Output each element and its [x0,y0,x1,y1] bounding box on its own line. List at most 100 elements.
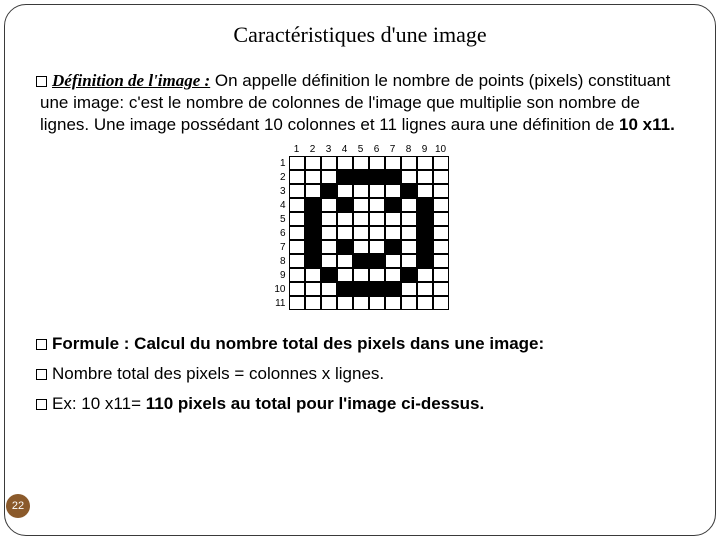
formula-paragraph: Formule : Calcul du nombre total des pix… [40,333,680,355]
grid-cell [353,296,369,310]
grid-cell [321,240,337,254]
slide-content: Caractéristiques d'une image Définition … [0,0,720,540]
grid-cell [433,170,449,184]
page-number-badge: 22 [6,494,30,518]
grid-cell [305,240,321,254]
grid-cell [433,268,449,282]
grid-cell [385,212,401,226]
grid-cell [385,184,401,198]
grid-cell [305,170,321,184]
grid-cell [289,184,305,198]
grid-cell [369,170,385,184]
checkbox-icon [36,76,47,87]
grid-cell [385,268,401,282]
grid-cell [417,212,433,226]
grid-cell [305,184,321,198]
grid-cell [385,282,401,296]
grid-cell [337,240,353,254]
grid-cell [401,184,417,198]
grid-cell [417,254,433,268]
grid-cell [417,268,433,282]
grid-col-header: 5 [353,143,369,156]
grid-cell [337,212,353,226]
grid-cell [369,198,385,212]
grid-row-header: 9 [272,268,289,282]
grid-row-header: 8 [272,254,289,268]
grid-cell [353,254,369,268]
grid-cell [337,198,353,212]
definition-bold-tail: 10 x11. [619,115,675,134]
grid-cell [385,198,401,212]
grid-cell [385,240,401,254]
grid-cell [321,254,337,268]
grid-cell [369,254,385,268]
grid-cell [401,170,417,184]
grid-cell [321,282,337,296]
grid-cell [385,226,401,240]
grid-cell [337,296,353,310]
definition-paragraph: Définition de l'image : On appelle défin… [40,70,680,135]
grid-cell [321,212,337,226]
grid-row-header: 4 [272,198,289,212]
grid-cell [337,184,353,198]
grid-cell [337,156,353,170]
grid-cell [401,296,417,310]
grid-cell [321,198,337,212]
formula-equation: Nombre total des pixels = colonnes x lig… [40,363,680,385]
grid-cell [433,240,449,254]
grid-row-header: 6 [272,226,289,240]
grid-cell [289,198,305,212]
grid-cell [321,268,337,282]
checkbox-icon [36,369,47,380]
grid-cell [369,268,385,282]
grid-cell [337,226,353,240]
grid-cell [417,198,433,212]
grid-col-header: 1 [289,143,305,156]
example-pre: Ex: 10 x11= [52,394,146,413]
checkbox-icon [36,399,47,410]
grid-cell [353,240,369,254]
grid-cell [305,212,321,226]
grid-cell [401,240,417,254]
grid-cell [321,226,337,240]
grid-cell [289,254,305,268]
pixel-grid-figure: 123456789101234567891011 [40,143,680,315]
grid-cell [289,156,305,170]
grid-col-header: 8 [401,143,417,156]
grid-cell [401,254,417,268]
grid-cell [401,212,417,226]
grid-row-header: 2 [272,170,289,184]
grid-cell [417,282,433,296]
grid-cell [353,268,369,282]
grid-cell [433,212,449,226]
grid-cell [417,184,433,198]
grid-cell [353,156,369,170]
grid-cell [289,226,305,240]
grid-cell [305,268,321,282]
grid-cell [305,156,321,170]
grid-cell [433,184,449,198]
grid-row-header: 7 [272,240,289,254]
grid-cell [353,170,369,184]
formula-lead: Formule : Calcul du nombre total des pix… [52,334,544,353]
grid-cell [289,212,305,226]
grid-cell [417,170,433,184]
grid-row-header: 5 [272,212,289,226]
grid-cell [369,240,385,254]
grid-cell [353,212,369,226]
grid-cell [337,268,353,282]
grid-cell [305,226,321,240]
grid-cell [289,240,305,254]
grid-cell [369,212,385,226]
grid-cell [289,268,305,282]
definition-lead: Définition de l'image : [52,71,210,90]
grid-cell [385,170,401,184]
grid-cell [417,240,433,254]
example-paragraph: Ex: 10 x11= 110 pixels au total pour l'i… [40,393,680,415]
grid-cell [417,156,433,170]
grid-cell [401,282,417,296]
grid-cell [289,282,305,296]
grid-cell [305,254,321,268]
grid-cell [369,156,385,170]
grid-col-header: 6 [369,143,385,156]
